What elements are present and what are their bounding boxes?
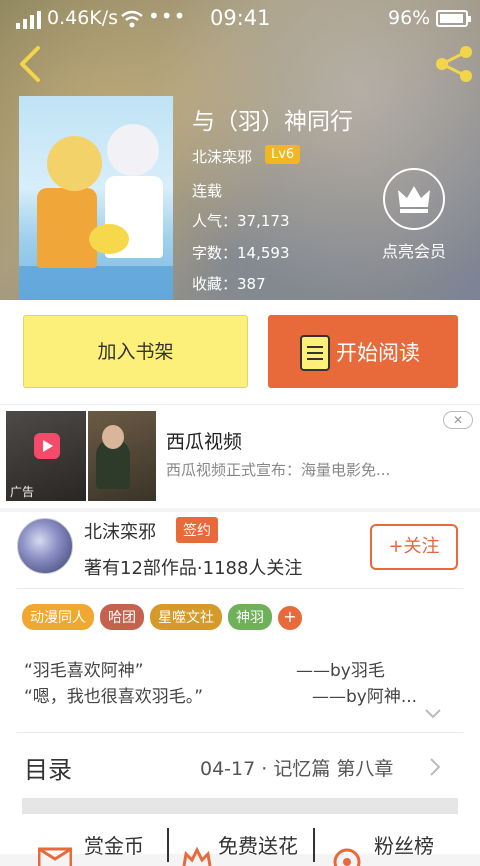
tag-item[interactable]: 星噬文社 — [150, 604, 222, 630]
add-to-shelf-button[interactable]: 加入书架 — [23, 315, 248, 388]
quote-line: “嗯，我也很喜欢羽毛。” — [24, 687, 204, 707]
ad-person-face — [102, 425, 124, 449]
network-speed: 0.46K/s — [47, 7, 119, 29]
bottom-actions: 赏金币 免费送花 粉丝榜 — [0, 824, 480, 866]
ad-label: 广告 — [10, 485, 35, 499]
serial-status: 连载 — [192, 182, 223, 200]
table-of-contents-row[interactable]: 目录 04-17 · 记忆篇 第八章 — [0, 732, 480, 796]
action-row: 加入书架 开始阅读 — [0, 300, 480, 404]
fans-rank-button[interactable]: 粉丝榜 — [374, 830, 434, 859]
fans-rank-icon — [333, 848, 361, 866]
signal-icon — [16, 11, 41, 29]
quote-line: “羽毛喜欢阿神” — [24, 661, 144, 681]
chevron-right-icon — [430, 758, 441, 776]
clock: 09:41 — [210, 6, 271, 30]
book-title: 与（羽）神同行 — [192, 109, 353, 135]
send-flower-button[interactable]: 免费送花 — [218, 830, 298, 859]
book-author[interactable]: 北沫栾邪 — [192, 146, 252, 167]
popularity-stat: 人气：37,173 — [192, 212, 290, 230]
divider — [313, 828, 315, 862]
start-reading-button[interactable]: 开始阅读 — [268, 315, 458, 388]
ad-description: 西瓜视频正式宣布：海量电影免... — [166, 461, 391, 479]
crown-ring — [383, 168, 445, 230]
book-header: 0.46K/s ••• 09:41 96% 与（羽）神同行 北沫栾邪 Lv6 连… — [0, 0, 480, 300]
reward-button[interactable]: 赏金币 — [84, 830, 144, 859]
author-name[interactable]: 北沫栾邪 — [84, 518, 156, 544]
status-bar: 0.46K/s ••• 09:41 96% — [0, 0, 480, 38]
divider — [167, 828, 169, 862]
tag-item[interactable]: 哈团 — [100, 604, 144, 630]
cover-water — [19, 266, 173, 300]
battery-percent: 96% — [388, 7, 431, 29]
wifi-icon — [121, 10, 143, 28]
flower-icon — [182, 846, 212, 866]
author-meta: 著有12部作品·1188人关注 — [84, 558, 303, 579]
expand-chevron-icon[interactable] — [424, 708, 442, 720]
tag-list: 动漫同人 哈团 星噬文社 神羽 + — [22, 604, 302, 630]
author-avatar[interactable] — [17, 518, 73, 574]
ad-title: 西瓜视频 — [166, 431, 243, 453]
cover-duck — [89, 224, 129, 254]
author-section: 北沫栾邪 签约 著有12部作品·1188人关注 +关注 动漫同人 哈团 星噬文社 神羽… — [0, 512, 480, 866]
quote-attribution: ——by羽毛 — [296, 661, 385, 681]
ad-banner[interactable]: 广告 西瓜视频 西瓜视频正式宣布：海量电影免... ✕ — [0, 404, 480, 508]
ad-close-button[interactable]: ✕ — [443, 411, 473, 429]
play-icon — [34, 433, 60, 459]
tag-item[interactable]: 神羽 — [228, 604, 272, 630]
book-icon — [300, 335, 330, 371]
vip-label: 点亮会员 — [381, 242, 446, 261]
share-icon[interactable] — [432, 44, 476, 84]
book-cover[interactable] — [19, 96, 173, 300]
word-count-stat: 字数：14,593 — [192, 244, 290, 262]
divider — [17, 588, 463, 589]
latest-chapter: 04-17 · 记忆篇 第八章 — [200, 758, 394, 780]
toc-label: 目录 — [24, 756, 72, 784]
more-status-icon: ••• — [148, 4, 187, 28]
author-level-badge: Lv6 — [265, 145, 301, 164]
cover-head-right — [107, 124, 159, 176]
add-tag-button[interactable]: + — [278, 605, 302, 630]
crown-icon — [398, 186, 430, 213]
follow-button[interactable]: +关注 — [370, 524, 458, 570]
section-spacer — [22, 798, 458, 814]
vip-button[interactable]: 点亮会员 — [372, 168, 456, 262]
tag-item[interactable]: 动漫同人 — [22, 604, 94, 630]
envelope-icon — [38, 847, 72, 866]
signed-badge: 签约 — [176, 517, 218, 543]
cover-figure-left — [37, 188, 97, 268]
battery-icon — [436, 10, 471, 27]
favorites-stat: 收藏：387 — [192, 275, 266, 293]
quote-attribution: ——by阿神... — [312, 687, 418, 707]
cover-head-left — [47, 136, 102, 191]
back-icon[interactable] — [12, 44, 52, 84]
ad-thumbnail-2 — [88, 411, 156, 501]
start-reading-label: 开始阅读 — [336, 341, 420, 365]
